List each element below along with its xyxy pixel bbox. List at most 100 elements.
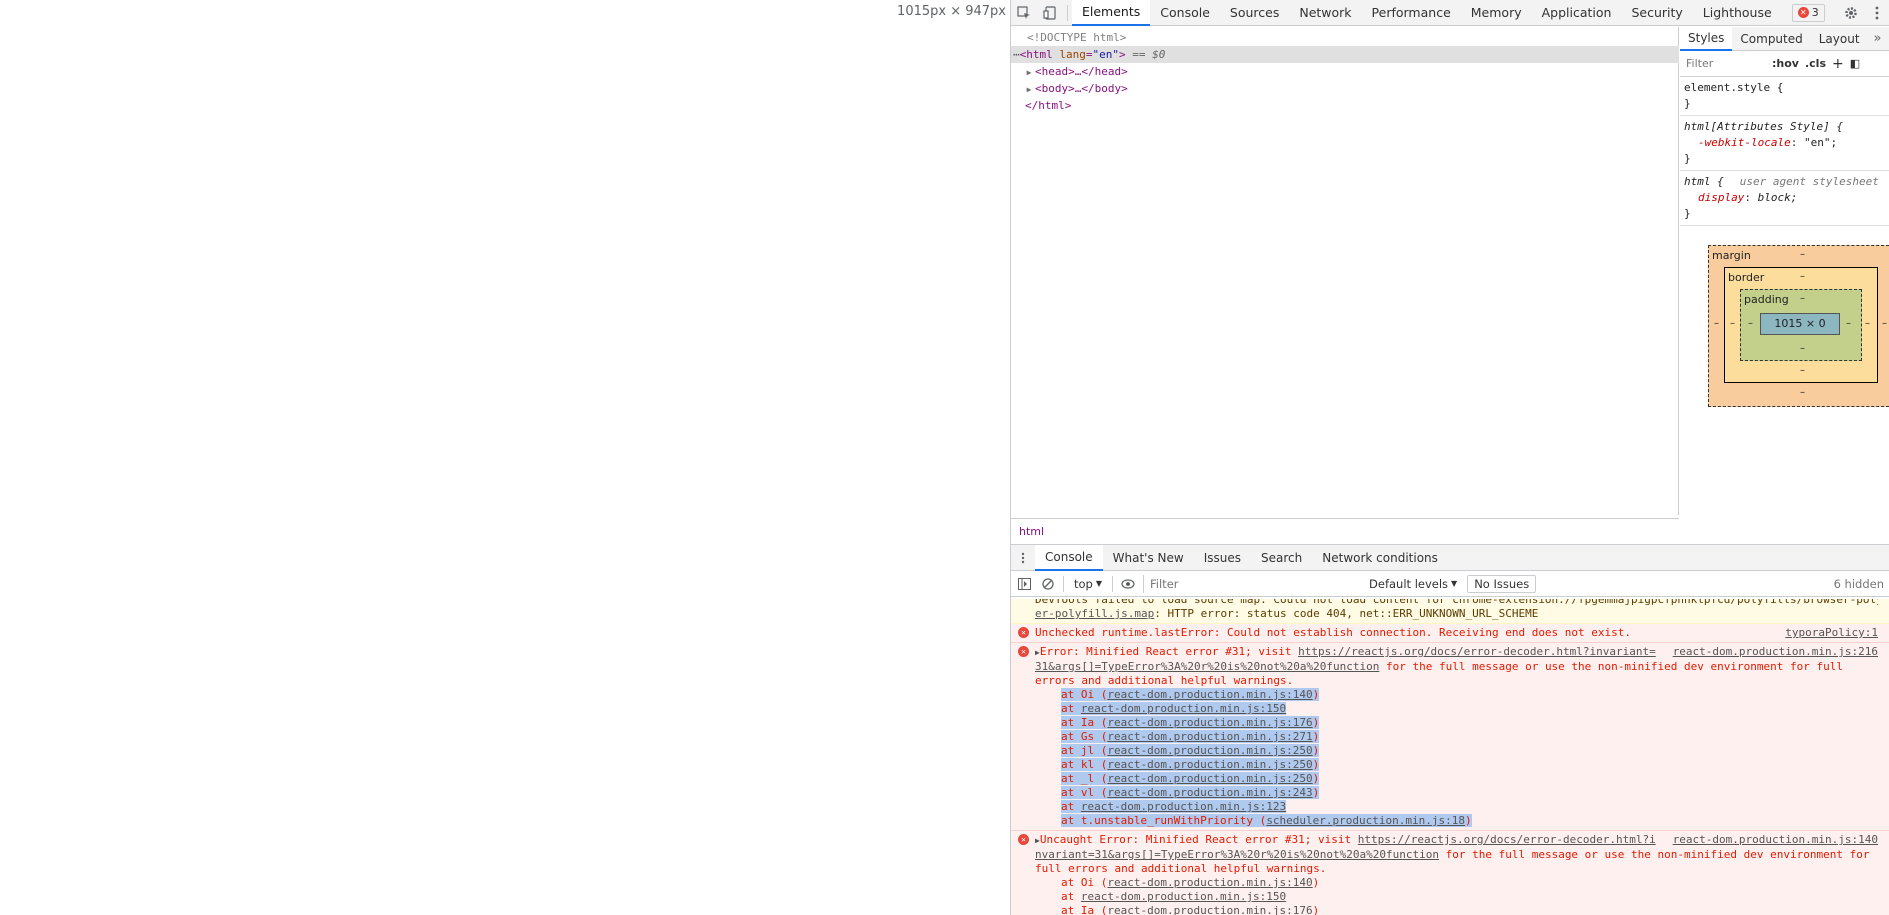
console-error-message[interactable]: ✕ ▶Error: Minified React error #31; visi… <box>1011 643 1889 831</box>
stack-frame-link[interactable]: react-dom.production.min.js:140 <box>1107 688 1312 701</box>
clear-console-icon[interactable] <box>1039 575 1057 593</box>
stack-frame-link[interactable]: react-dom.production.min.js:271 <box>1107 730 1312 743</box>
margin-left-value[interactable]: – <box>1714 318 1719 329</box>
tab-styles[interactable]: Styles <box>1680 26 1733 51</box>
dom-doctype-line[interactable]: <!DOCTYPE html> <box>1011 29 1679 46</box>
show-sidebar-icon[interactable] <box>1015 575 1033 593</box>
margin-right-value[interactable]: – <box>1882 318 1887 329</box>
dom-html-line[interactable]: ⋯<html lang="en"> == $0 <box>1011 46 1679 63</box>
cls-button[interactable]: .cls <box>1805 57 1826 70</box>
stack-frame-link[interactable]: react-dom.production.min.js:250 <box>1107 744 1312 757</box>
error-source-link[interactable]: react-dom.production.min.js:140 <box>1673 833 1878 847</box>
margin-bottom-value[interactable]: – <box>1800 387 1805 398</box>
eye-icon[interactable] <box>1119 575 1137 593</box>
breadcrumb-item-html[interactable]: html <box>1019 525 1044 538</box>
stack-frame-fn: at vl ( <box>1061 786 1108 799</box>
dom-html-close-line[interactable]: </html> <box>1011 97 1679 114</box>
user-agent-label: user agent stylesheet <box>1739 175 1879 188</box>
error-prefix: Uncaught Error: Minified React error #31… <box>1039 833 1358 846</box>
toolbar-right-group <box>1838 0 1889 26</box>
stack-frame: at Ia (react-dom.production.min.js:176) <box>1035 904 1878 915</box>
style-rule-attributes[interactable]: html[Attributes Style] { -webkit-locale:… <box>1680 116 1889 171</box>
drawer-menu-icon[interactable] <box>1011 552 1035 564</box>
console-error-message[interactable]: ✕ ▶Uncaught Error: Minified React error … <box>1011 831 1889 915</box>
more-options-icon[interactable] <box>1864 0 1889 26</box>
error-rest: for the full message or use the non-mini… <box>1379 660 1843 673</box>
drawer-tab-console[interactable]: Console <box>1035 544 1103 571</box>
console-filter-input[interactable]: Filter <box>1143 574 1343 593</box>
rule-value[interactable]: "en"; <box>1804 136 1837 149</box>
console-warning-message[interactable]: DevTools failed to load source map: Coul… <box>1011 599 1889 624</box>
padding-bottom-value[interactable]: – <box>1800 343 1805 354</box>
warning-text-line1: DevTools failed to load source map: Coul… <box>1035 599 1878 606</box>
stack-frame-end: ) <box>1312 688 1320 701</box>
padding-left-value[interactable]: – <box>1748 318 1753 329</box>
style-rule-element[interactable]: element.style { } <box>1680 77 1889 116</box>
expand-triangle-icon[interactable]: ▶ <box>1023 64 1035 81</box>
tab-elements[interactable]: Elements <box>1072 0 1151 26</box>
more-tabs-chevron-icon[interactable]: » <box>1868 31 1882 46</box>
padding-right-value[interactable]: – <box>1846 318 1851 329</box>
error-decoder-link[interactable]: https://reactjs.org/docs/error-decoder.h… <box>1298 645 1656 658</box>
context-selector[interactable]: top ▼ <box>1070 577 1106 591</box>
style-rule-html[interactable]: html {user agent stylesheet display: blo… <box>1680 171 1889 226</box>
console-error-message[interactable]: ✕ Unchecked runtime.lastError: Could not… <box>1011 624 1889 643</box>
tab-security[interactable]: Security <box>1621 0 1692 26</box>
stack-frame-link[interactable]: scheduler.production.min.js:18 <box>1266 814 1465 827</box>
error-source-link[interactable]: react-dom.production.min.js:216 <box>1673 645 1878 659</box>
toggle-sidebar-icon[interactable]: ◧ <box>1850 57 1860 70</box>
dom-body-line[interactable]: ▶ <body>…</body> <box>1011 80 1679 97</box>
dropdown-arrow-icon: ▼ <box>1451 579 1458 588</box>
stack-frame-link[interactable]: react-dom.production.min.js:250 <box>1107 772 1312 785</box>
warning-source-link[interactable]: er-polyfill.js.map <box>1035 607 1154 620</box>
tab-application[interactable]: Application <box>1532 0 1622 26</box>
styles-filter-input[interactable]: Filter <box>1686 57 1766 70</box>
gear-icon[interactable] <box>1838 0 1864 26</box>
margin-top-value[interactable]: – <box>1800 249 1805 260</box>
stack-frame-link[interactable]: react-dom.production.min.js:250 <box>1107 758 1312 771</box>
tab-computed[interactable]: Computed <box>1732 27 1810 51</box>
error-source-link[interactable]: typoraPolicy:1 <box>1785 626 1878 640</box>
border-right-value[interactable]: – <box>1865 318 1870 329</box>
border-bottom-value[interactable]: – <box>1800 365 1805 376</box>
border-left-value[interactable]: – <box>1730 318 1735 329</box>
hidden-messages-count: 6 hidden <box>1833 576 1884 591</box>
dom-head-line[interactable]: ▶ <head>…</head> <box>1011 63 1679 80</box>
tab-performance[interactable]: Performance <box>1362 0 1461 26</box>
tab-memory[interactable]: Memory <box>1461 0 1532 26</box>
drawer-tab-search[interactable]: Search <box>1251 545 1312 571</box>
add-rule-icon[interactable]: + <box>1832 56 1844 72</box>
stack-frame-link[interactable]: react-dom.production.min.js:176 <box>1107 716 1312 729</box>
error-count-badge[interactable]: ✕ 3 <box>1791 3 1825 22</box>
error-decoder-link-cont[interactable]: 31&args[]=TypeError%3A%20r%20is%20not%20… <box>1035 660 1379 673</box>
tab-lighthouse[interactable]: Lighthouse <box>1693 0 1782 26</box>
inspect-element-icon[interactable] <box>1011 0 1037 26</box>
stack-frame-link[interactable]: react-dom.production.min.js:140 <box>1107 876 1312 889</box>
stack-frame-link[interactable]: react-dom.production.min.js:243 <box>1107 786 1312 799</box>
stack-frame-link[interactable]: react-dom.production.min.js:176 <box>1107 904 1312 915</box>
rule-property[interactable]: -webkit-locale <box>1684 136 1791 149</box>
hov-button[interactable]: :hov <box>1772 57 1799 70</box>
issues-button[interactable]: No Issues <box>1467 574 1537 593</box>
drawer-tab-network-conditions[interactable]: Network conditions <box>1312 545 1448 571</box>
drawer-tab-whats-new[interactable]: What's New <box>1103 545 1194 571</box>
tab-sources[interactable]: Sources <box>1220 0 1289 26</box>
log-levels-dropdown[interactable]: Default levels ▼ <box>1365 577 1461 591</box>
tab-network[interactable]: Network <box>1289 0 1361 26</box>
stack-frame-link[interactable]: react-dom.production.min.js:123 <box>1081 800 1286 813</box>
error-decoder-link[interactable]: https://reactjs.org/docs/error-decoder.h… <box>1358 833 1656 846</box>
html-attr-name: lang <box>1059 48 1086 61</box>
padding-top-value[interactable]: – <box>1800 293 1805 304</box>
tab-layout[interactable]: Layout <box>1811 27 1868 51</box>
rule-property[interactable]: display <box>1684 191 1744 204</box>
rule-value[interactable]: block; <box>1758 191 1798 204</box>
device-toolbar-icon[interactable] <box>1037 0 1063 26</box>
stack-frame-link[interactable]: react-dom.production.min.js:150 <box>1081 702 1286 715</box>
stack-frame-link[interactable]: react-dom.production.min.js:150 <box>1081 890 1286 903</box>
border-top-value[interactable]: – <box>1800 271 1805 282</box>
tab-console[interactable]: Console <box>1150 0 1220 26</box>
error-decoder-link-cont[interactable]: nvariant=31&args[]=TypeError%3A%20r%20is… <box>1035 848 1439 861</box>
drawer-tab-issues[interactable]: Issues <box>1194 545 1251 571</box>
expand-triangle-icon[interactable]: ▶ <box>1023 81 1035 98</box>
box-model-content[interactable]: 1015 × 0 <box>1760 313 1840 335</box>
